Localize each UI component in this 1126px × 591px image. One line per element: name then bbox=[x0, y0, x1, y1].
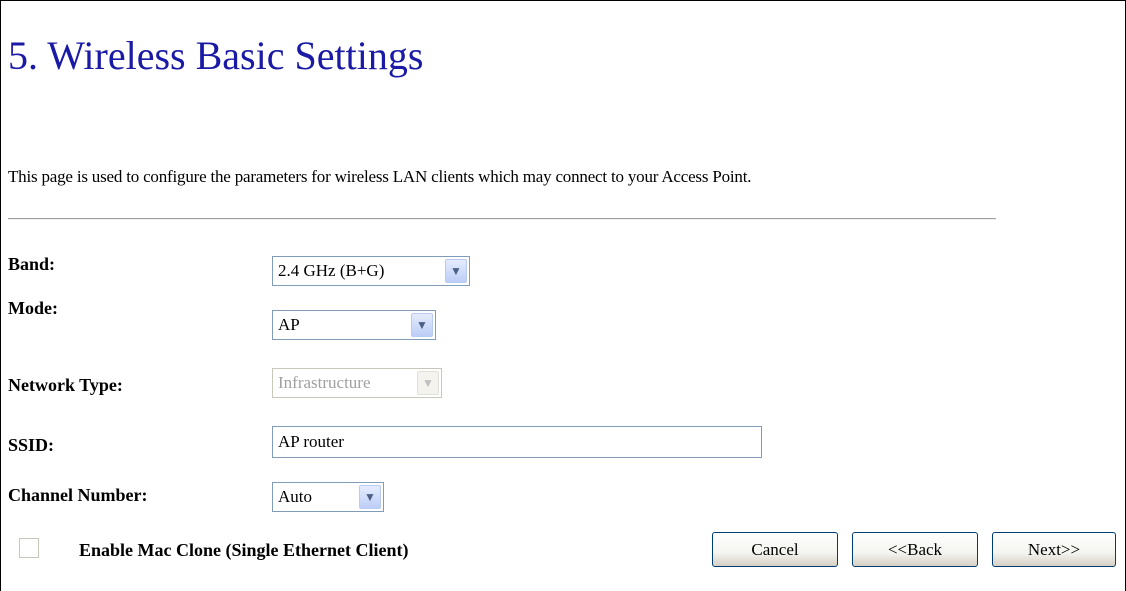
page-title: 5. Wireless Basic Settings bbox=[8, 33, 424, 78]
band-select-value: 2.4 GHz (B+G) bbox=[278, 261, 385, 280]
chevron-down-icon[interactable]: ▼ bbox=[359, 485, 381, 509]
divider bbox=[8, 218, 996, 220]
channel-number-select-value: Auto bbox=[278, 487, 312, 506]
network-type-select: Infrastructure ▼ bbox=[272, 368, 442, 398]
chevron-down-icon[interactable]: ▼ bbox=[445, 259, 467, 283]
chevron-down-icon: ▼ bbox=[417, 371, 439, 395]
network-type-label: Network Type: bbox=[8, 375, 123, 395]
network-type-select-value: Infrastructure bbox=[278, 373, 371, 392]
mode-label: Mode: bbox=[8, 298, 58, 318]
page-description: This page is used to configure the param… bbox=[8, 167, 752, 186]
chevron-down-icon[interactable]: ▼ bbox=[411, 313, 433, 337]
band-select[interactable]: 2.4 GHz (B+G) ▼ bbox=[272, 256, 470, 286]
channel-number-select[interactable]: Auto ▼ bbox=[272, 482, 384, 512]
mac-clone-checkbox[interactable] bbox=[19, 538, 39, 558]
frame-left-border bbox=[0, 0, 1, 591]
ssid-label: SSID: bbox=[8, 435, 55, 455]
mac-clone-label: Enable Mac Clone (Single Ethernet Client… bbox=[79, 540, 409, 560]
ssid-input[interactable]: AP router bbox=[272, 426, 762, 458]
mode-select-value: AP bbox=[278, 315, 300, 334]
frame-top-border bbox=[0, 0, 1126, 1]
channel-number-label: Channel Number: bbox=[8, 485, 148, 505]
cancel-button[interactable]: Cancel bbox=[712, 532, 838, 567]
back-button[interactable]: <<Back bbox=[852, 532, 978, 567]
mode-select[interactable]: AP ▼ bbox=[272, 310, 436, 340]
next-button[interactable]: Next>> bbox=[992, 532, 1116, 567]
band-label: Band: bbox=[8, 254, 56, 274]
